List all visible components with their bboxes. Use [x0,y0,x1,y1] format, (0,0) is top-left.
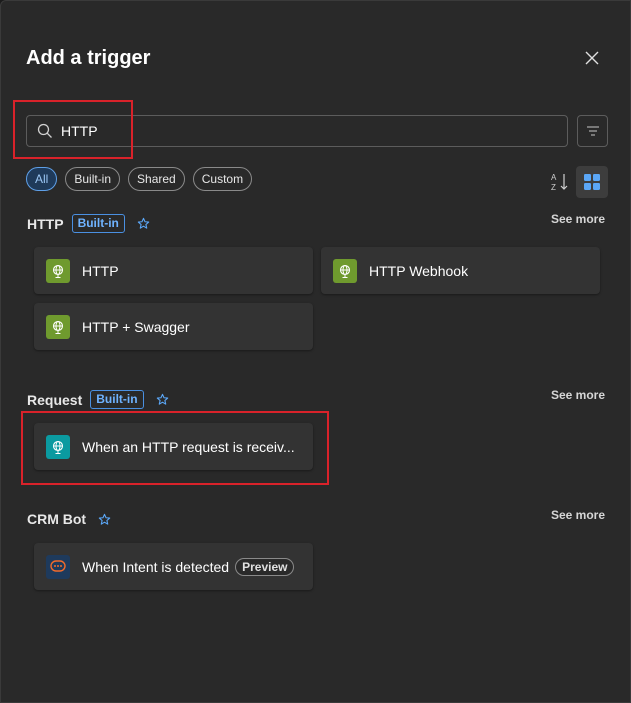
built-in-badge: Built-in [90,390,144,409]
filter-pill-built-in[interactable]: Built-in [65,167,121,191]
svg-text:Z: Z [551,183,556,192]
trigger-card-http-webhook[interactable]: HTTP Webhook [321,247,600,294]
built-in-badge: Built-in [71,214,125,233]
see-more-request[interactable]: See more [551,388,605,402]
filter-pill-all[interactable]: All [26,167,58,191]
grid-icon [584,174,600,190]
sort-az-icon: A Z [551,173,568,192]
section-title: Request [27,391,83,408]
filter-pill-shared[interactable]: Shared [128,167,185,191]
chat-bubble-icon [46,554,70,579]
globe-icon [46,314,70,339]
see-more-http[interactable]: See more [551,212,605,226]
filter-icon [586,126,599,136]
close-button[interactable] [579,45,605,71]
filter-pill-custom[interactable]: Custom [192,167,253,191]
star-icon[interactable] [98,513,111,526]
globe-icon [333,258,357,283]
panel-title: Add a trigger [26,47,151,69]
section-header-request: Request Built-in [27,390,169,409]
filter-button[interactable] [577,115,608,147]
search-box[interactable] [26,115,568,147]
trigger-card-http-request[interactable]: When an HTTP request is receiv... [34,423,313,470]
trigger-label: When Intent is detected [82,558,230,575]
see-more-crm-bot[interactable]: See more [551,508,605,522]
svg-text:A: A [551,173,557,182]
star-icon[interactable] [137,217,150,230]
globe-icon [46,258,70,283]
section-title: HTTP [27,215,64,232]
trigger-label: HTTP [82,262,119,279]
trigger-label: HTTP + Swagger [82,318,190,335]
search-input[interactable] [61,123,541,139]
preview-badge: Preview [235,557,295,576]
close-icon [585,51,599,65]
grid-view-button[interactable] [576,166,608,198]
trigger-card-http-swagger[interactable]: HTTP + Swagger [34,303,313,350]
globe-icon [46,434,70,459]
trigger-label: HTTP Webhook [369,262,469,279]
star-icon[interactable] [156,393,169,406]
section-title: CRM Bot [27,511,87,527]
search-icon [37,123,53,139]
sort-button[interactable]: A Z [548,169,572,195]
trigger-label: When an HTTP request is receiv... [82,438,295,455]
trigger-card-intent-detected[interactable]: When Intent is detected Preview [34,543,313,590]
filter-pills: All Built-in Shared Custom [26,167,253,191]
add-trigger-panel: Add a trigger All Built-in Shared Custom… [0,0,631,703]
section-header-crm-bot: CRM Bot [27,511,111,527]
section-header-http: HTTP Built-in [27,214,150,233]
trigger-card-http[interactable]: HTTP [34,247,313,294]
